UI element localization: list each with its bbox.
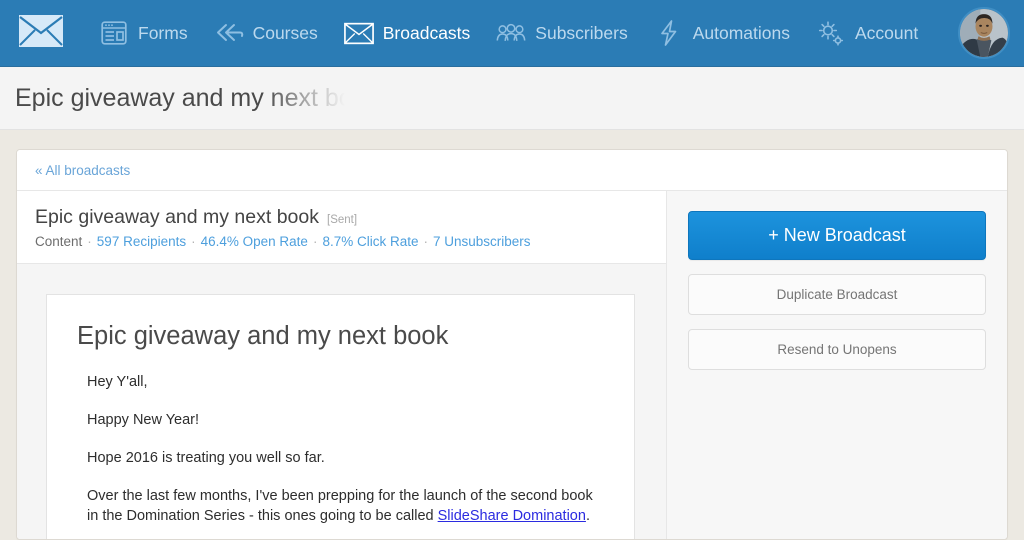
envelope-logo-icon xyxy=(19,14,63,52)
stat-click-rate[interactable]: 8.7% Click Rate xyxy=(322,234,418,249)
broadcast-sidebar: + New Broadcast Duplicate Broadcast Rese… xyxy=(667,191,1007,539)
rewind-arrows-icon xyxy=(214,20,244,46)
duplicate-broadcast-button[interactable]: Duplicate Broadcast xyxy=(688,274,986,315)
slideshare-domination-link[interactable]: SlideShare Domination xyxy=(438,508,586,524)
page-title: Epic giveaway and my next book xyxy=(15,83,380,112)
new-broadcast-button[interactable]: + New Broadcast xyxy=(688,211,986,260)
email-paragraph: Over the last few months, I've been prep… xyxy=(87,487,599,525)
email-preview-area: Epic giveaway and my next book Hey Y'all… xyxy=(17,264,666,539)
stat-recipients[interactable]: 597 Recipients xyxy=(97,234,186,249)
email-preview-card: Epic giveaway and my next book Hey Y'all… xyxy=(46,294,635,539)
nav-label-forms: Forms xyxy=(138,22,188,43)
page-title-bar: Epic giveaway and my next book xyxy=(0,67,1024,130)
stat-content: Content xyxy=(35,234,83,249)
resend-to-unopens-button[interactable]: Resend to Unopens xyxy=(688,329,986,370)
nav-label-broadcasts: Broadcasts xyxy=(382,22,471,43)
email-body: Hey Y'all, Happy New Year! Hope 2016 is … xyxy=(77,373,599,526)
nav-item-forms[interactable]: Forms xyxy=(86,14,201,52)
stat-separator: · xyxy=(312,234,318,249)
nav-label-courses: Courses xyxy=(252,22,318,43)
email-paragraph: Happy New Year! xyxy=(87,412,200,429)
nav-label-automations: Automations xyxy=(692,22,790,43)
avatar[interactable] xyxy=(958,7,1010,59)
stat-separator: · xyxy=(87,234,92,249)
stat-separator: · xyxy=(191,234,196,249)
broadcast-card: « All broadcasts Epic giveaway and my ne… xyxy=(16,149,1008,540)
card-body: Epic giveaway and my next book [Sent] Co… xyxy=(17,191,1007,539)
email-paragraph: Hey Y'all, xyxy=(87,374,148,390)
nav-items: Forms Courses Broadcasts Subscribers Aut… xyxy=(86,14,952,52)
card-topbar: « All broadcasts xyxy=(17,150,1007,191)
status-badge: [Sent] xyxy=(327,214,358,226)
broadcast-main-column: Epic giveaway and my next book [Sent] Co… xyxy=(17,191,667,539)
email-paragraph: Hope 2016 is treating you well so far. xyxy=(87,450,325,467)
broadcast-stats: Content · 597 Recipients · 46.4% Open Ra… xyxy=(35,234,648,249)
broadcast-title: Epic giveaway and my next book xyxy=(35,206,319,228)
broadcast-title-row: Epic giveaway and my next book [Sent] xyxy=(35,206,648,229)
forms-icon xyxy=(99,20,129,46)
page-content: « All broadcasts Epic giveaway and my ne… xyxy=(0,130,1024,540)
gear-icon xyxy=(816,20,846,46)
app-logo[interactable] xyxy=(18,14,64,52)
nav-item-subscribers[interactable]: Subscribers xyxy=(483,14,640,52)
stat-unsubscribers[interactable]: 7 Unsubscribers xyxy=(433,234,531,249)
stat-open-rate[interactable]: 46.4% Open Rate xyxy=(201,234,308,249)
nav-item-automations[interactable]: Automations xyxy=(641,14,803,52)
nav-label-subscribers: Subscribers xyxy=(535,22,628,43)
stat-separator: · xyxy=(423,234,428,249)
email-heading: Epic giveaway and my next book xyxy=(77,322,449,350)
people-icon xyxy=(496,20,526,46)
lightning-bolt-icon xyxy=(654,20,684,46)
envelope-icon xyxy=(343,20,374,46)
top-navbar: Forms Courses Broadcasts Subscribers Aut… xyxy=(0,0,1024,67)
avatar-image xyxy=(960,9,1008,57)
nav-item-courses[interactable]: Courses xyxy=(201,14,331,52)
nav-item-broadcasts[interactable]: Broadcasts xyxy=(331,14,484,52)
email-paragraph-after: . xyxy=(585,507,590,524)
all-broadcasts-link[interactable]: « All broadcasts xyxy=(35,163,130,178)
broadcast-header: Epic giveaway and my next book [Sent] Co… xyxy=(17,191,666,264)
nav-label-account: Account xyxy=(854,22,919,43)
nav-item-account[interactable]: Account xyxy=(803,14,931,52)
